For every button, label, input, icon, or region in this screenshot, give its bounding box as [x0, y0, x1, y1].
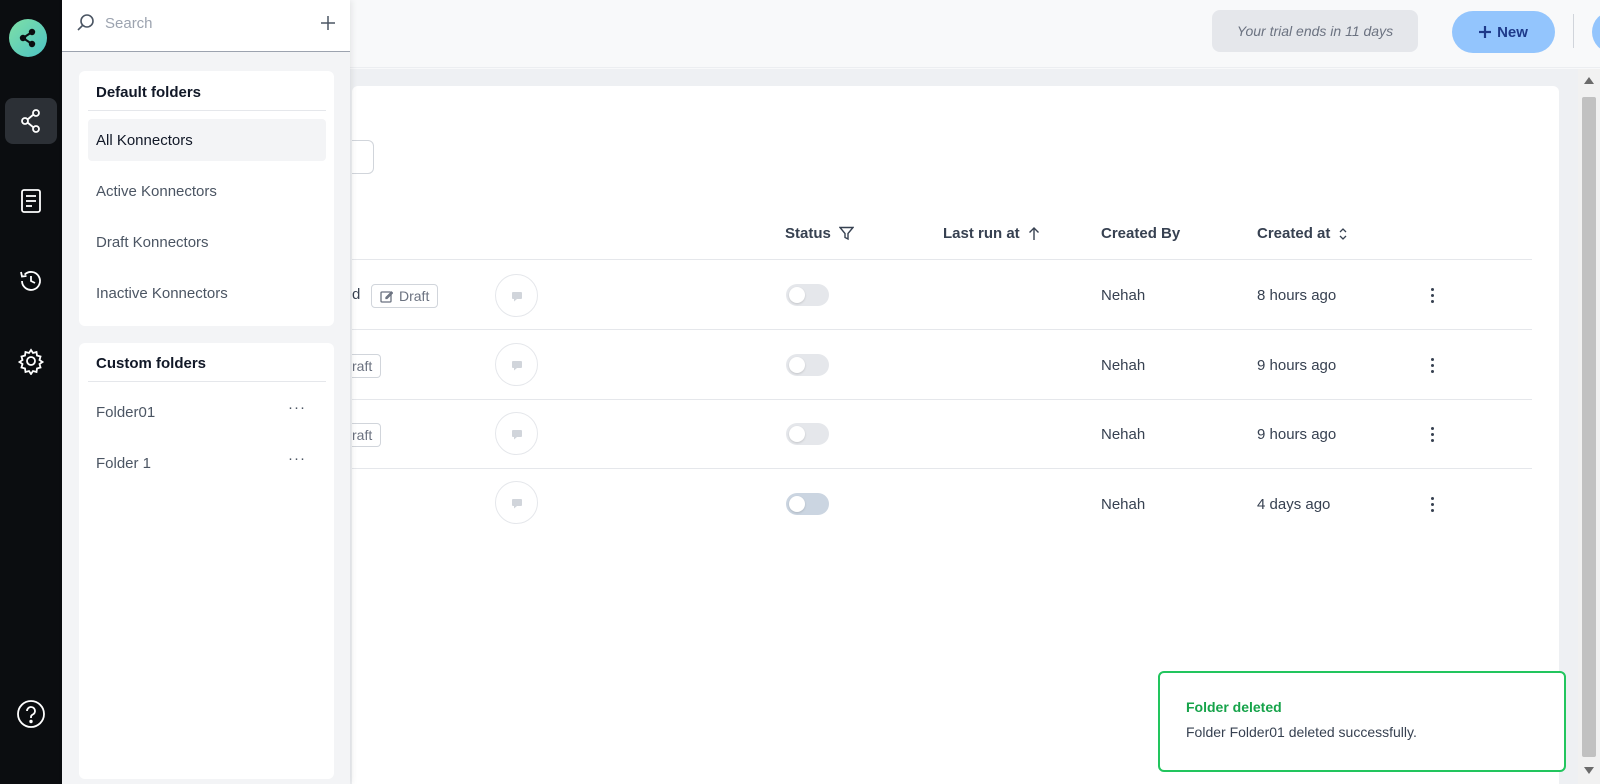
divider	[88, 381, 326, 382]
app-icon	[495, 481, 538, 524]
column-header-created-by[interactable]: Created By	[1101, 225, 1180, 242]
folder-item-all-konnectors[interactable]: All Konnectors	[88, 119, 326, 161]
created-at-cell: 8 hours ago	[1257, 287, 1337, 304]
divider	[88, 110, 326, 111]
column-header-created-at-label: Created at	[1257, 225, 1331, 242]
status-toggle[interactable]	[786, 493, 829, 515]
created-at-cell: 9 hours ago	[1257, 426, 1337, 443]
app-logo-icon[interactable]	[9, 19, 47, 57]
arrow-up-icon	[1028, 226, 1039, 240]
created-by-cell: Nehah	[1101, 496, 1146, 513]
folder-item-draft-konnectors[interactable]: Draft Konnectors	[88, 221, 326, 263]
draft-tag-label: raft	[352, 427, 373, 443]
created-at-cell: 4 days ago	[1257, 496, 1331, 513]
app-icon	[495, 274, 538, 317]
history-icon	[20, 271, 41, 291]
draft-tag: raft	[352, 423, 382, 447]
edit-icon	[380, 290, 393, 303]
search-input[interactable]: Search	[105, 15, 153, 32]
help-nav-button[interactable]	[5, 691, 57, 737]
chat-icon	[511, 291, 522, 301]
status-toggle[interactable]	[786, 423, 829, 445]
row-menu-icon[interactable]	[1424, 284, 1440, 306]
folder-search-bar: Search	[62, 0, 350, 52]
help-icon	[17, 700, 45, 728]
folder-item-folder01[interactable]: Folder01 ···	[88, 391, 326, 433]
scrollbar[interactable]	[1578, 69, 1600, 784]
app-icon	[495, 412, 538, 455]
logs-nav-button[interactable]	[5, 178, 57, 224]
draft-tag: raft	[352, 354, 382, 378]
konnectors-nav-button[interactable]	[5, 98, 57, 144]
row-menu-icon[interactable]	[1424, 493, 1440, 515]
chat-icon	[511, 360, 522, 370]
draft-tag-label: raft	[352, 358, 373, 374]
column-header-created-by-label: Created By	[1101, 225, 1181, 242]
column-header-created-at[interactable]: Created at	[1257, 225, 1348, 242]
row-menu-icon[interactable]	[1424, 354, 1440, 376]
default-folders-title: Default folders	[96, 84, 202, 101]
new-button-label: New	[1497, 23, 1528, 41]
chat-icon	[511, 429, 522, 439]
row-menu-icon[interactable]	[1424, 423, 1440, 445]
add-folder-icon[interactable]	[320, 15, 336, 31]
created-by-cell: Nehah	[1101, 287, 1146, 304]
folder-item-label: Active Konnectors	[96, 182, 217, 200]
scroll-down-icon[interactable]	[1584, 767, 1594, 774]
custom-folders-card: Custom folders Folder01 ··· Folder 1 ···	[79, 343, 334, 779]
draft-tag: Draft	[371, 284, 439, 308]
icon-rail	[0, 0, 62, 784]
folder-item-label: Folder 1	[96, 454, 152, 472]
success-toast[interactable]: Folder deleted Folder Folder01 deleted s…	[1158, 671, 1566, 772]
scroll-thumb[interactable]	[1582, 97, 1596, 757]
share-icon	[21, 109, 40, 133]
avatar[interactable]: N	[1592, 11, 1600, 53]
folder-item-inactive-konnectors[interactable]: Inactive Konnectors	[88, 272, 326, 314]
custom-folders-title: Custom folders	[96, 355, 207, 372]
row-divider	[352, 329, 1532, 330]
folder-item-label: All Konnectors	[96, 131, 193, 149]
created-by-cell: Nehah	[1101, 357, 1146, 374]
status-toggle[interactable]	[786, 354, 829, 376]
row-divider	[352, 468, 1532, 469]
document-icon	[21, 189, 41, 213]
column-header-status-label: Status	[785, 225, 831, 242]
row-divider	[352, 399, 1532, 400]
toast-title: Folder deleted	[1186, 699, 1282, 715]
folder-item-label: Inactive Konnectors	[96, 284, 228, 302]
created-at-cell: 9 hours ago	[1257, 357, 1337, 374]
toast-message: Folder Folder01 deleted successfully.	[1186, 724, 1417, 740]
column-header-last-run-label: Last run at	[943, 225, 1020, 242]
column-header-status[interactable]: Status	[785, 225, 854, 242]
folder-item-label: Folder01	[96, 403, 156, 421]
created-by-cell: Nehah	[1101, 426, 1146, 443]
trial-banner: Your trial ends in 11 days	[1212, 10, 1418, 52]
konnector-name[interactable]: d	[352, 286, 360, 303]
gear-icon	[17, 348, 45, 375]
header-divider	[1573, 14, 1574, 48]
folder-item-label: Draft Konnectors	[96, 233, 209, 251]
folder-more-icon[interactable]: ···	[288, 451, 306, 466]
chat-icon	[511, 498, 522, 508]
search-icon	[77, 14, 94, 31]
new-button[interactable]: New	[1452, 11, 1555, 53]
scroll-up-icon[interactable]	[1584, 77, 1594, 84]
column-header-last-run[interactable]: Last run at	[943, 225, 1040, 242]
folder-more-icon[interactable]: ···	[288, 400, 306, 415]
status-toggle[interactable]	[786, 284, 829, 306]
folder-item-active-konnectors[interactable]: Active Konnectors	[88, 170, 326, 212]
history-nav-button[interactable]	[5, 258, 57, 304]
sort-icon	[1339, 227, 1347, 240]
settings-nav-button[interactable]	[5, 338, 57, 384]
default-folders-card: Default folders All Konnectors Active Ko…	[79, 71, 334, 326]
plus-icon	[1479, 26, 1492, 38]
row-divider	[352, 259, 1532, 260]
draft-tag-label: Draft	[399, 288, 430, 304]
folder-item-folder-1[interactable]: Folder 1 ···	[88, 442, 326, 484]
folder-panel: Search Default folders All Konnectors Ac…	[62, 0, 350, 784]
app-icon	[495, 343, 538, 386]
filter-input-partial[interactable]	[352, 140, 374, 174]
filter-icon[interactable]	[838, 226, 854, 241]
